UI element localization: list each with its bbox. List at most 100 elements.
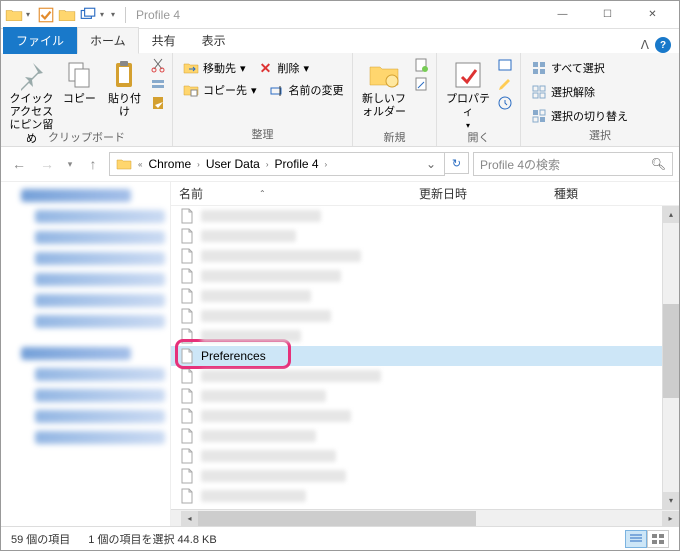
paste-shortcut-icon[interactable]	[150, 95, 166, 111]
move-to-icon	[183, 60, 199, 76]
ribbon-collapse-icon[interactable]: ᐱ	[641, 38, 649, 52]
chevron-right-icon[interactable]: ›	[264, 160, 271, 169]
edit-icon[interactable]	[497, 76, 513, 92]
chevron-down-icon[interactable]: ▾	[26, 10, 34, 19]
copy-button[interactable]: コピー	[60, 57, 99, 129]
search-icon[interactable]: 🔍︎	[651, 157, 666, 171]
select-all-button[interactable]: すべて選択	[527, 57, 609, 79]
list-item[interactable]	[171, 326, 662, 346]
properties-button[interactable]: プロパティ▾	[443, 57, 493, 129]
pin-icon	[15, 59, 47, 91]
help-icon[interactable]: ?	[655, 37, 671, 53]
select-all-icon	[531, 60, 547, 76]
open-icon[interactable]	[497, 57, 513, 73]
scroll-down-icon[interactable]: ▾	[663, 492, 679, 509]
folder-icon[interactable]	[58, 6, 76, 24]
file-icon	[179, 248, 195, 264]
column-headers: 名前⌃ 更新日時 種類	[171, 182, 679, 206]
chevron-right-icon[interactable]: ›	[323, 160, 330, 169]
list-item[interactable]	[171, 306, 662, 326]
list-item[interactable]	[171, 386, 662, 406]
breadcrumb-seg[interactable]: User Data	[202, 153, 264, 175]
vertical-scrollbar[interactable]: ▴ ▾	[662, 206, 679, 509]
new-folder-button[interactable]: 新しいフォルダー	[359, 57, 409, 129]
breadcrumb-bar[interactable]: « Chrome › User Data › Profile 4 › ⌄	[109, 152, 445, 176]
navigation-pane[interactable]	[1, 182, 171, 526]
file-icon	[179, 468, 195, 484]
minimize-button[interactable]: —	[540, 1, 585, 29]
chevron-icon[interactable]: «	[136, 160, 144, 169]
column-name[interactable]: 名前⌃	[171, 185, 411, 202]
chevron-down-icon[interactable]: ▾	[100, 10, 108, 19]
list-item[interactable]	[171, 246, 662, 266]
forward-button[interactable]: →	[35, 152, 59, 176]
list-item[interactable]	[171, 406, 662, 426]
column-date[interactable]: 更新日時	[411, 185, 546, 202]
file-list[interactable]: /* rows rendered below via loop */ Prefe…	[171, 206, 662, 509]
move-to-button[interactable]: 移動先 ▾	[179, 57, 250, 79]
icons-view-button[interactable]	[647, 530, 669, 548]
refresh-button[interactable]: ↻	[445, 152, 469, 174]
breadcrumb-seg[interactable]: Chrome	[144, 153, 195, 175]
list-item-preferences[interactable]: Preferences	[171, 346, 662, 366]
list-item[interactable]	[171, 426, 662, 446]
scroll-left-icon[interactable]: ◂	[181, 511, 198, 526]
scroll-up-icon[interactable]: ▴	[663, 206, 679, 223]
qat-dropdown-icon[interactable]: ▾	[111, 10, 119, 19]
list-item[interactable]	[171, 206, 662, 226]
tab-file[interactable]: ファイル	[3, 27, 77, 54]
pin-quick-access-button[interactable]: クイック アクセスにピン留め	[7, 57, 56, 129]
copy-to-icon	[183, 82, 199, 98]
maximize-button[interactable]: ☐	[585, 1, 630, 29]
list-item[interactable]	[171, 366, 662, 386]
search-input[interactable]: Profile 4の検索 🔍︎	[473, 152, 673, 176]
ribbon-group-clipboard-label: クリップボード	[7, 129, 166, 147]
file-icon	[179, 388, 195, 404]
list-item[interactable]	[171, 446, 662, 466]
new-item-icon[interactable]	[413, 57, 429, 73]
list-item[interactable]	[171, 226, 662, 246]
tab-view[interactable]: 表示	[189, 27, 239, 54]
tab-home[interactable]: ホーム	[77, 27, 139, 54]
cut-icon[interactable]	[150, 57, 166, 73]
up-button[interactable]: ↑	[81, 152, 105, 176]
chevron-right-icon[interactable]: ›	[195, 160, 202, 169]
list-item[interactable]	[171, 266, 662, 286]
list-item[interactable]	[171, 466, 662, 486]
ribbon-group-new-label: 新規	[359, 129, 430, 147]
scrollbar-thumb[interactable]	[663, 304, 679, 398]
close-button[interactable]: ✕	[630, 1, 675, 29]
search-placeholder: Profile 4の検索	[480, 156, 560, 173]
select-none-button[interactable]: 選択解除	[527, 81, 599, 103]
delete-button[interactable]: ✕削除 ▾	[254, 57, 314, 79]
scroll-right-icon[interactable]: ▸	[662, 511, 679, 526]
column-type[interactable]: 種類	[546, 185, 646, 202]
scrollbar-thumb[interactable]	[198, 511, 476, 526]
copy-path-icon[interactable]	[150, 76, 166, 92]
invert-selection-button[interactable]: 選択の切り替え	[527, 105, 632, 127]
folder-icon	[5, 6, 23, 24]
paste-button[interactable]: 貼り付け	[103, 57, 146, 129]
tab-share[interactable]: 共有	[139, 27, 189, 54]
copy-icon	[63, 59, 95, 91]
recent-dropdown[interactable]: ▾	[63, 152, 77, 176]
path-dropdown-icon[interactable]: ⌄	[420, 157, 442, 171]
easy-access-icon[interactable]	[413, 76, 429, 92]
list-item[interactable]	[171, 486, 662, 506]
window-stack-icon[interactable]	[79, 6, 97, 24]
list-item[interactable]	[171, 286, 662, 306]
details-view-button[interactable]	[625, 530, 647, 548]
horizontal-scrollbar[interactable]: ◂ ▸	[171, 509, 679, 526]
breadcrumb-seg[interactable]: Profile 4	[271, 153, 323, 175]
back-button[interactable]: ←	[7, 152, 31, 176]
copy-to-button[interactable]: コピー先 ▾	[179, 79, 261, 101]
content-area: 名前⌃ 更新日時 種類 /* rows rendered below via l…	[1, 181, 679, 526]
ribbon-group-organize-label: 整理	[179, 126, 346, 144]
rename-icon	[269, 82, 285, 98]
folder-icon	[112, 153, 136, 175]
history-icon[interactable]	[497, 95, 513, 111]
window-title: Profile 4	[136, 8, 540, 22]
checkbox-icon[interactable]	[37, 6, 55, 24]
window-controls: — ☐ ✕	[540, 1, 675, 29]
rename-button[interactable]: 名前の変更	[265, 79, 348, 101]
